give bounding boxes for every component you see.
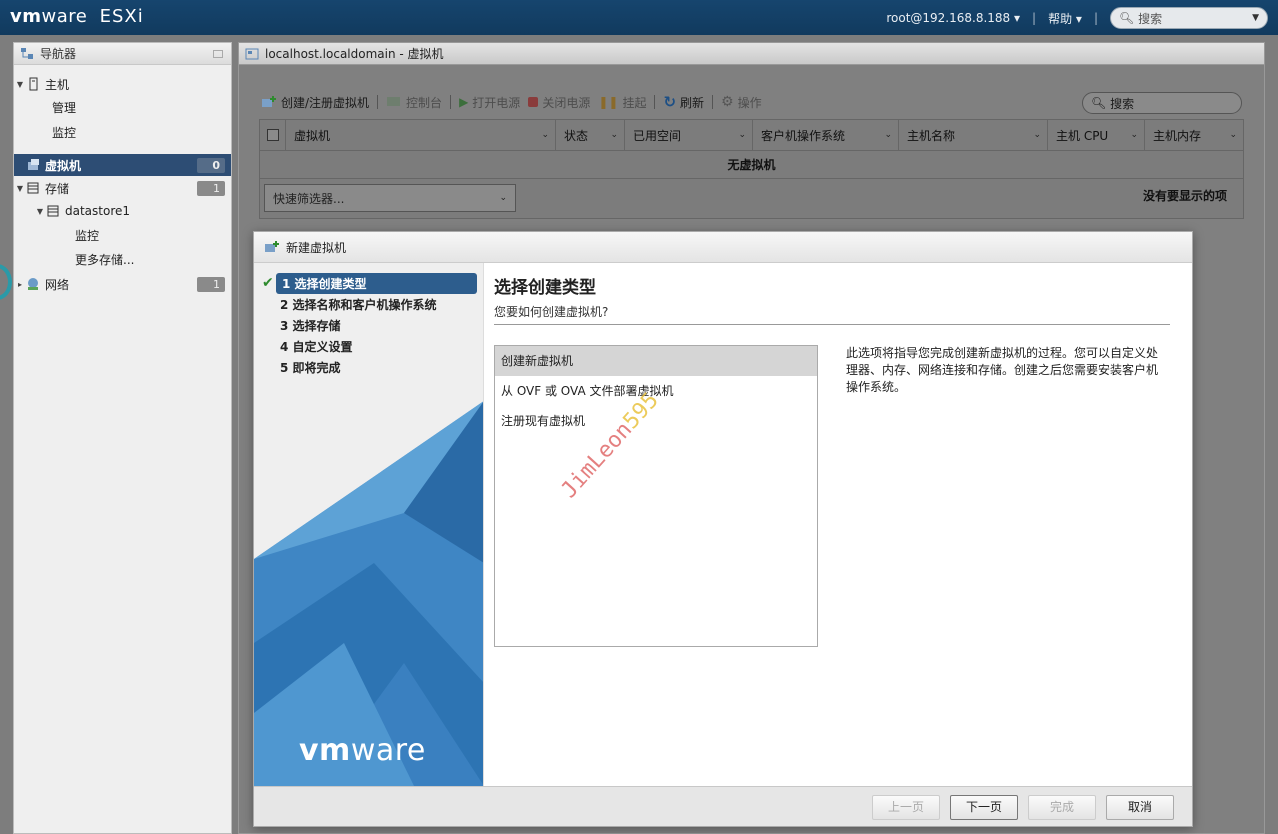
column-vm[interactable]: 虚拟机 ⌄ <box>286 120 556 150</box>
network-icon <box>28 278 38 290</box>
pause-icon: ❚❚ <box>598 95 619 109</box>
collapse-navigator-button[interactable] <box>213 49 223 58</box>
nav-item-host[interactable]: ▼ 主机 <box>14 73 231 95</box>
no-items-label: 没有要显示的项 <box>1142 189 1227 203</box>
divider <box>494 324 1170 325</box>
quick-filter-select[interactable]: 快速筛选器... ⌄ <box>264 184 516 212</box>
console-button[interactable]: 控制台 <box>386 94 442 111</box>
select-all-checkbox[interactable] <box>267 129 279 141</box>
user-menu[interactable]: root@192.168.8.188 ▾ <box>886 11 1020 25</box>
wizard-sidebar: ✔ 1 选择创建类型 2 选择名称和客户机操作系统 3 选择存储 4 自定义设置… <box>254 263 484 786</box>
back-button[interactable]: 上一页 <box>872 795 940 820</box>
nav-item-datastore1[interactable]: ▼ datastore1 <box>14 200 231 222</box>
gear-icon: ⚙ <box>721 94 734 110</box>
create-register-vm-button[interactable]: 创建/注册虚拟机 <box>261 94 369 111</box>
actions-button[interactable]: ⚙ 操作 <box>721 94 762 111</box>
step-subheading: 您要如何创建虚拟机? <box>494 305 609 319</box>
refresh-icon: ↻ <box>663 93 677 111</box>
wizard-steps: ✔ 1 选择创建类型 2 选择名称和客户机操作系统 3 选择存储 4 自定义设置… <box>262 273 477 378</box>
navigator-icon <box>21 47 33 59</box>
vm-icon <box>28 159 39 170</box>
nav-item-virtual-machines[interactable]: 虚拟机 0 <box>14 154 231 176</box>
storage-count-badge: 1 <box>197 181 225 196</box>
new-vm-dialog: 新建虚拟机 ✔ 1 选择创建类型 2 选择名称和客户机操作系统 3 选择存储 4… <box>253 231 1193 827</box>
navigator-header: 导航器 <box>14 43 231 65</box>
dialog-footer: 上一页 下一页 完成 取消 <box>254 786 1192 826</box>
expand-triangle-icon[interactable]: ▸ <box>14 280 26 289</box>
edge-handle <box>0 264 12 300</box>
storage-icon <box>27 182 39 194</box>
step-heading: 选择创建类型 <box>494 278 596 298</box>
main-panel-header: localhost.localdomain - 虚拟机 <box>239 43 1264 65</box>
column-status[interactable]: 状态 ⌄ <box>556 120 625 150</box>
datastore-icon <box>47 205 59 217</box>
refresh-button[interactable]: ↻ 刷新 <box>663 93 704 111</box>
expand-triangle-icon[interactable]: ▼ <box>14 184 26 193</box>
console-icon <box>387 97 401 106</box>
vm-grid-footer: 快速筛选器... ⌄ 没有要显示的项 <box>260 179 1243 218</box>
check-icon: ✔ <box>262 275 274 291</box>
creation-type-description: 此选项将指导您完成创建新虚拟机的过程。您可以自定义处理器、内存、网络连接和存储。… <box>846 346 1159 394</box>
host-icon <box>29 77 38 91</box>
expand-triangle-icon[interactable]: ▼ <box>34 207 46 216</box>
top-bar: vmware ESXi root@192.168.8.188 ▾ | 帮助 ▾ … <box>0 0 1278 35</box>
column-guest-os[interactable]: 客户机操作系统 ⌄ <box>753 120 899 150</box>
power-on-button[interactable]: ▶ 打开电源 <box>459 94 520 111</box>
help-menu[interactable]: 帮助 ▾ <box>1048 10 1082 27</box>
finish-button[interactable]: 完成 <box>1028 795 1096 820</box>
no-vms-message: 无虚拟机 <box>260 151 1243 179</box>
step-select-creation-type[interactable]: ✔ 1 选择创建类型 <box>262 273 477 294</box>
new-vm-icon <box>265 241 279 252</box>
vmware-logo: vmware <box>299 733 426 768</box>
step-select-storage[interactable]: 3 选择存储 <box>262 315 477 336</box>
navigator-panel: 导航器 ▼ 主机 管理 监控 虚拟机 0 ▼ 存储 1 ▼ datastore1… <box>13 42 232 834</box>
nav-item-network[interactable]: ▸ 网络 1 <box>14 273 231 295</box>
step-customize-settings[interactable]: 4 自定义设置 <box>262 336 477 357</box>
column-host-name[interactable]: 主机名称 ⌄ <box>899 120 1048 150</box>
suspend-button[interactable]: ❚❚ 挂起 <box>598 94 646 111</box>
type-create-new-vm[interactable]: 创建新虚拟机 <box>495 346 817 376</box>
global-search-input[interactable]: 🔍︎ 搜索 ▼ <box>1110 7 1268 29</box>
vmware-esxi-logo: vmware ESXi <box>10 6 144 27</box>
creation-type-list: 创建新虚拟机 从 OVF 或 OVA 文件部署虚拟机 注册现有虚拟机 <box>494 345 818 647</box>
next-button[interactable]: 下一页 <box>950 795 1018 820</box>
vm-grid-header: 虚拟机 ⌄ 状态 ⌄ 已用空间 ⌄ 客户机操作系统 ⌄ 主机名称 ⌄ 主机 CPU ⌄ 主机… <box>260 120 1243 151</box>
create-vm-icon <box>262 96 276 107</box>
column-host-cpu[interactable]: 主机 CPU ⌄ <box>1048 120 1145 150</box>
step-ready-to-complete[interactable]: 5 即将完成 <box>262 357 477 378</box>
vm-grid: 虚拟机 ⌄ 状态 ⌄ 已用空间 ⌄ 客户机操作系统 ⌄ 主机名称 ⌄ 主机 CPU ⌄ 主机… <box>259 119 1244 219</box>
step-select-name-os[interactable]: 2 选择名称和客户机操作系统 <box>262 294 477 315</box>
nav-item-more-storage[interactable]: 更多存储... <box>14 248 231 270</box>
chevron-down-icon[interactable]: ▼ <box>1252 13 1259 23</box>
cancel-button[interactable]: 取消 <box>1106 795 1174 820</box>
expand-triangle-icon[interactable]: ▼ <box>14 80 26 89</box>
play-icon: ▶ <box>459 95 469 109</box>
dialog-title-bar: 新建虚拟机 <box>254 232 1192 263</box>
column-used-space[interactable]: 已用空间 ⌄ <box>625 120 753 150</box>
wizard-content: 选择创建类型 您要如何创建虚拟机? 创建新虚拟机 从 OVF 或 OVA 文件部… <box>484 263 1192 786</box>
vm-list-icon <box>245 48 259 59</box>
vm-count-badge: 0 <box>197 158 225 173</box>
nav-item-monitor[interactable]: 监控 <box>14 121 231 143</box>
network-count-badge: 1 <box>197 277 225 292</box>
nav-item-storage[interactable]: ▼ 存储 1 <box>14 177 231 199</box>
vm-search-input[interactable]: 🔍︎ 搜索 <box>1082 92 1242 114</box>
search-icon: 🔍︎ <box>1091 96 1111 110</box>
power-off-button[interactable]: 关闭电源 <box>528 94 590 111</box>
column-host-memory[interactable]: 主机内存 ⌄ <box>1145 120 1243 150</box>
nav-item-datastore-monitor[interactable]: 监控 <box>14 224 231 246</box>
nav-item-manage[interactable]: 管理 <box>14 96 231 118</box>
vm-toolbar: 创建/注册虚拟机 控制台 ▶ 打开电源 关闭电源 ❚❚ 挂起 ↻ 刷新 ⚙ 操作 <box>261 91 762 113</box>
search-icon: 🔍︎ <box>1119 11 1139 25</box>
stop-icon <box>528 97 539 107</box>
select-all-checkbox-cell[interactable] <box>260 120 286 150</box>
chevron-down-icon: ⌄ <box>499 193 507 203</box>
